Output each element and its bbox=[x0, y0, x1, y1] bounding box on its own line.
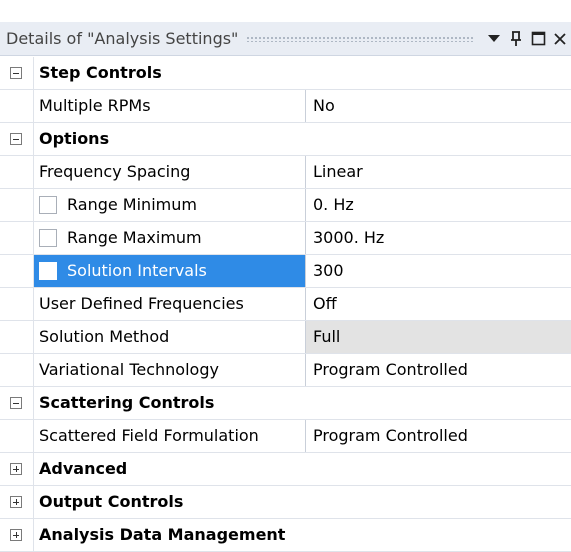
group-scattering-controls[interactable]: Scattering Controls bbox=[0, 387, 571, 420]
property-name: Solution Method bbox=[34, 321, 306, 353]
property-grid: Step Controls Multiple RPMs No Options F… bbox=[0, 57, 571, 552]
property-value[interactable]: 0. Hz bbox=[306, 189, 571, 221]
group-label: Options bbox=[39, 129, 110, 148]
group-options[interactable]: Options bbox=[0, 123, 571, 156]
property-row[interactable]: Solution Method Full bbox=[0, 321, 571, 354]
property-row[interactable]: Variational Technology Program Controlle… bbox=[0, 354, 571, 387]
group-advanced[interactable]: Advanced bbox=[0, 453, 571, 486]
collapse-icon[interactable] bbox=[10, 67, 22, 79]
expand-icon[interactable] bbox=[10, 496, 22, 508]
property-row[interactable]: Scattered Field Formulation Program Cont… bbox=[0, 420, 571, 453]
group-label: Output Controls bbox=[39, 492, 184, 511]
property-name: Variational Technology bbox=[34, 354, 306, 386]
property-value[interactable]: Program Controlled bbox=[306, 420, 571, 452]
property-row-selected[interactable]: Solution Intervals 300 bbox=[0, 255, 571, 288]
property-row[interactable]: Range Maximum 3000. Hz bbox=[0, 222, 571, 255]
details-titlebar: Details of "Analysis Settings" bbox=[0, 22, 571, 56]
property-row[interactable]: Range Minimum 0. Hz bbox=[0, 189, 571, 222]
property-name: Solution Intervals bbox=[34, 255, 306, 287]
property-value[interactable]: Linear bbox=[306, 156, 571, 188]
dropdown-arrow-icon[interactable] bbox=[483, 22, 505, 56]
group-label: Scattering Controls bbox=[39, 393, 215, 412]
property-row[interactable]: Multiple RPMs No bbox=[0, 90, 571, 123]
group-analysis-data-management[interactable]: Analysis Data Management bbox=[0, 519, 571, 552]
property-value[interactable]: 300 bbox=[306, 255, 571, 287]
panel-title: Details of "Analysis Settings" bbox=[6, 29, 239, 48]
property-value[interactable]: No bbox=[306, 90, 571, 122]
property-name: Range Minimum bbox=[34, 189, 306, 221]
group-label: Step Controls bbox=[39, 63, 162, 82]
property-value[interactable]: Full bbox=[306, 321, 571, 353]
group-step-controls[interactable]: Step Controls bbox=[0, 57, 571, 90]
group-label: Analysis Data Management bbox=[39, 525, 286, 544]
expand-icon[interactable] bbox=[10, 463, 22, 475]
parameter-checkbox[interactable] bbox=[39, 196, 57, 214]
pin-icon[interactable] bbox=[505, 22, 527, 56]
property-value[interactable]: Program Controlled bbox=[306, 354, 571, 386]
drag-grip[interactable] bbox=[246, 35, 475, 42]
property-name: Range Maximum bbox=[34, 222, 306, 254]
property-name: Frequency Spacing bbox=[34, 156, 306, 188]
maximize-icon[interactable] bbox=[527, 22, 549, 56]
parameter-checkbox[interactable] bbox=[39, 262, 57, 280]
details-panel: Details of "Analysis Settings" Step Cont… bbox=[0, 0, 571, 552]
group-output-controls[interactable]: Output Controls bbox=[0, 486, 571, 519]
property-name: User Defined Frequencies bbox=[34, 288, 306, 320]
property-name: Scattered Field Formulation bbox=[34, 420, 306, 452]
expand-icon[interactable] bbox=[10, 529, 22, 541]
group-label: Advanced bbox=[39, 459, 128, 478]
close-icon[interactable] bbox=[549, 22, 571, 56]
collapse-icon[interactable] bbox=[10, 133, 22, 145]
collapse-icon[interactable] bbox=[10, 397, 22, 409]
property-value[interactable]: 3000. Hz bbox=[306, 222, 571, 254]
property-name: Multiple RPMs bbox=[34, 90, 306, 122]
parameter-checkbox[interactable] bbox=[39, 229, 57, 247]
property-row[interactable]: Frequency Spacing Linear bbox=[0, 156, 571, 189]
property-value[interactable]: Off bbox=[306, 288, 571, 320]
property-row[interactable]: User Defined Frequencies Off bbox=[0, 288, 571, 321]
